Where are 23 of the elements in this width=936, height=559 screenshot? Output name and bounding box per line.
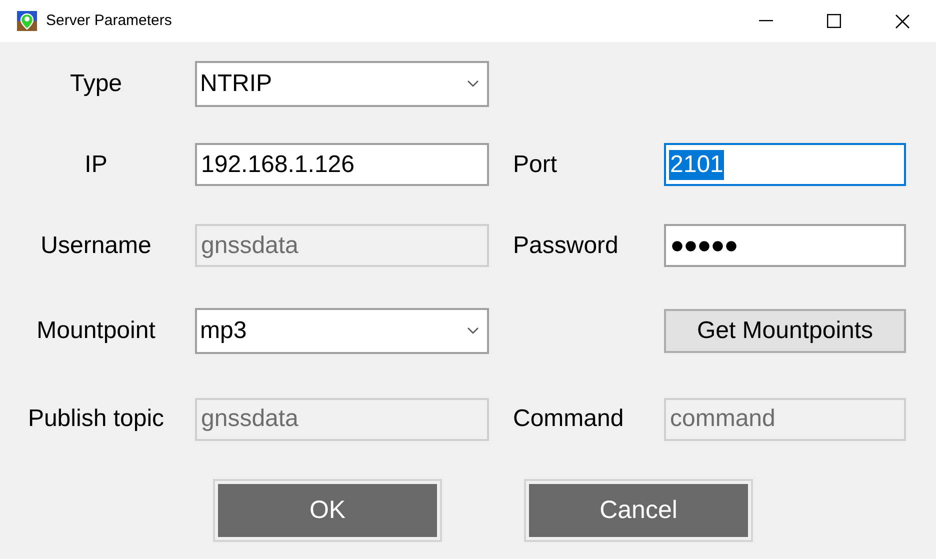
- get-mountpoints-button[interactable]: Get Mountpoints: [664, 308, 906, 352]
- field-label: Username: [40, 230, 152, 260]
- maximize-icon: [827, 14, 841, 28]
- field-label: Port: [513, 150, 558, 180]
- app-icon: [17, 11, 37, 31]
- field-label: Type: [68, 68, 124, 98]
- input-field[interactable]: 192.168.1.126: [195, 143, 489, 186]
- window-title: Server Parameters: [46, 10, 172, 31]
- field-label: Mountpoint: [36, 316, 156, 346]
- chevron-down-icon: [467, 80, 479, 88]
- password-field[interactable]: ●●●●●: [664, 224, 906, 267]
- cancel-button[interactable]: Cancel: [524, 479, 753, 542]
- minimize-icon: [759, 20, 773, 22]
- dropdown[interactable]: NTRIP: [195, 60, 489, 106]
- input-field[interactable]: 2101: [664, 143, 906, 186]
- field-label: Password: [513, 230, 620, 260]
- field-label: Command: [513, 404, 625, 434]
- field-label: Publish topic: [26, 404, 166, 434]
- field-label: IP: [84, 150, 108, 180]
- chevron-down-icon: [467, 326, 479, 334]
- ok-button[interactable]: OK: [213, 479, 442, 542]
- dropdown[interactable]: mp3: [195, 308, 489, 354]
- close-icon: [894, 14, 910, 28]
